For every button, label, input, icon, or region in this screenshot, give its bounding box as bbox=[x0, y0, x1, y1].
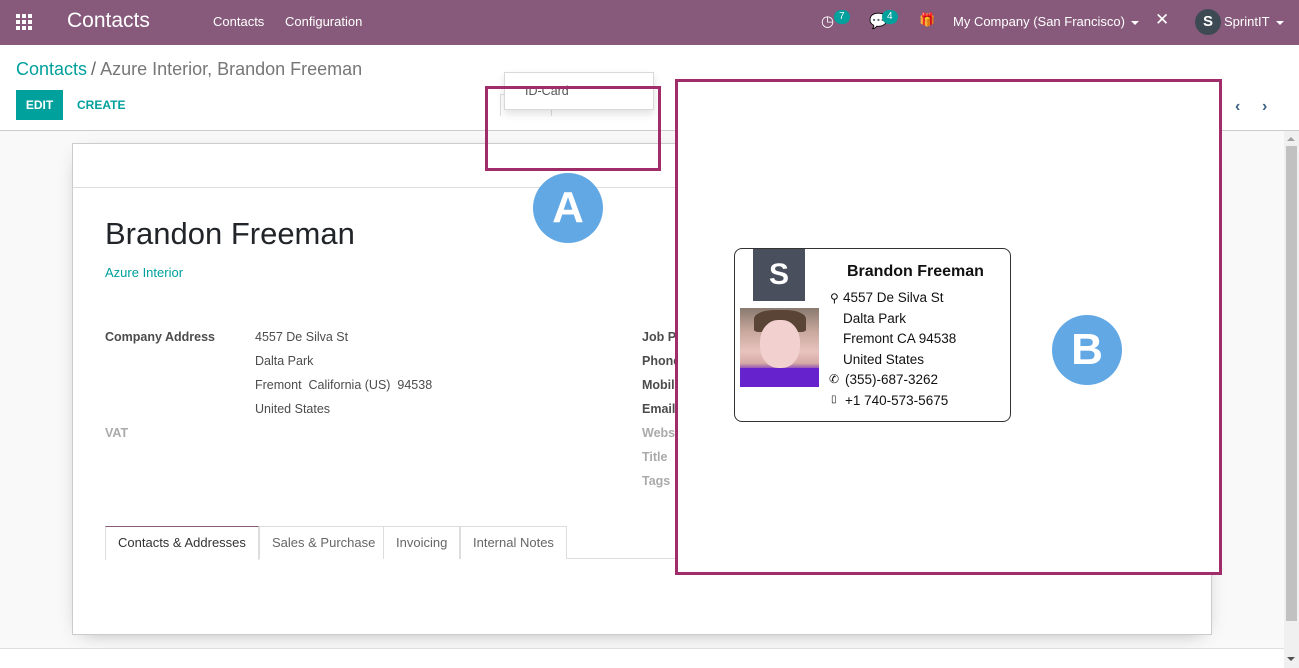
mobile-icon: ▯ bbox=[831, 394, 837, 405]
map-marker-icon: ⚲ bbox=[830, 291, 839, 305]
menu-contacts[interactable]: Contacts bbox=[213, 14, 264, 29]
vertical-scrollbar[interactable] bbox=[1284, 131, 1299, 668]
chevron-down-icon bbox=[1130, 20, 1139, 25]
company-address-label: Company Address bbox=[105, 330, 215, 344]
user-menu[interactable]: SprintIT bbox=[1224, 14, 1284, 29]
contact-photo bbox=[740, 308, 819, 387]
annotation-b-badge: B bbox=[1052, 315, 1122, 385]
user-name: SprintIT bbox=[1224, 14, 1270, 29]
user-avatar[interactable]: S bbox=[1195, 9, 1221, 35]
chevron-down-icon bbox=[1275, 20, 1284, 25]
activity-clock-icon[interactable]: ◷ bbox=[821, 12, 834, 30]
company-name: My Company (San Francisco) bbox=[953, 14, 1125, 29]
company-switcher[interactable]: My Company (San Francisco) bbox=[953, 14, 1139, 29]
email-label: Email bbox=[642, 402, 676, 416]
card-address-country: United States bbox=[843, 352, 925, 367]
address-street2: Dalta Park bbox=[255, 354, 314, 368]
messages-count-badge: 4 bbox=[882, 10, 898, 24]
card-phone: (355)-687-3262 bbox=[845, 372, 939, 387]
pager-next-button[interactable]: › bbox=[1262, 98, 1267, 116]
create-button[interactable]: CREATE bbox=[77, 90, 125, 120]
phone-icon: ✆ bbox=[829, 372, 840, 386]
id-card: S Brandon Freeman ⚲ 4557 De Silva St Dal… bbox=[734, 248, 1011, 422]
pager-previous-button[interactable]: ‹ bbox=[1235, 98, 1240, 116]
scroll-down-arrow-icon[interactable] bbox=[1287, 657, 1295, 661]
card-address-street2: Dalta Park bbox=[843, 311, 907, 326]
tags-label: Tags bbox=[642, 474, 671, 488]
apps-grid-icon[interactable] bbox=[16, 14, 34, 30]
annotation-a-badge: A bbox=[533, 173, 603, 243]
tab-sales-purchase[interactable]: Sales & Purchase bbox=[259, 526, 389, 559]
card-address-street: 4557 De Silva St bbox=[843, 290, 944, 305]
mobile-label: Mobil bbox=[642, 378, 675, 392]
scroll-up-arrow-icon[interactable] bbox=[1287, 137, 1295, 141]
app-title: Contacts bbox=[67, 9, 150, 32]
breadcrumb-current: Azure Interior, Brandon Freeman bbox=[100, 59, 363, 79]
top-navbar: Contacts Contacts Configuration ◷ 7 💬 4 … bbox=[0, 0, 1299, 45]
breadcrumb-root[interactable]: Contacts bbox=[16, 59, 87, 79]
debug-tools-icon[interactable]: ✕ bbox=[1155, 10, 1169, 30]
scrollbar-thumb[interactable] bbox=[1286, 146, 1297, 621]
id-card-preview-panel: S Brandon Freeman ⚲ 4557 De Silva St Dal… bbox=[675, 79, 1222, 575]
tab-contacts-addresses[interactable]: Contacts & Addresses bbox=[105, 526, 259, 560]
highlight-box-a bbox=[485, 86, 661, 171]
title-label: Title bbox=[642, 450, 668, 464]
address-street: 4557 De Silva St bbox=[255, 330, 349, 344]
company-logo: S bbox=[753, 249, 805, 301]
breadcrumb-separator: / bbox=[91, 59, 97, 79]
vat-label: VAT bbox=[105, 426, 129, 440]
address-city-state-zip: Fremont California (US) 94538 bbox=[255, 378, 433, 392]
tab-invoicing[interactable]: Invoicing bbox=[383, 526, 461, 559]
job-position-label: Job P bbox=[642, 330, 677, 344]
tab-internal-notes[interactable]: Internal Notes bbox=[460, 526, 567, 559]
activity-count-badge: 7 bbox=[834, 10, 850, 24]
card-address-city: Fremont CA 94538 bbox=[843, 331, 957, 346]
breadcrumb: Contacts / Azure Interior, Brandon Freeman bbox=[16, 59, 362, 80]
menu-configuration[interactable]: Configuration bbox=[285, 14, 362, 29]
chatter-area bbox=[0, 649, 1284, 668]
card-mobile: +1 740-573-5675 bbox=[845, 393, 949, 408]
edit-button[interactable]: EDIT bbox=[16, 90, 63, 120]
gift-icon[interactable]: 🎁 bbox=[919, 12, 935, 28]
website-label: Webs bbox=[642, 426, 676, 440]
parent-company-link[interactable]: Azure Interior bbox=[105, 265, 183, 280]
address-country: United States bbox=[255, 402, 331, 416]
contact-name: Brandon Freeman bbox=[105, 216, 355, 251]
card-contact-name: Brandon Freeman bbox=[847, 263, 984, 280]
